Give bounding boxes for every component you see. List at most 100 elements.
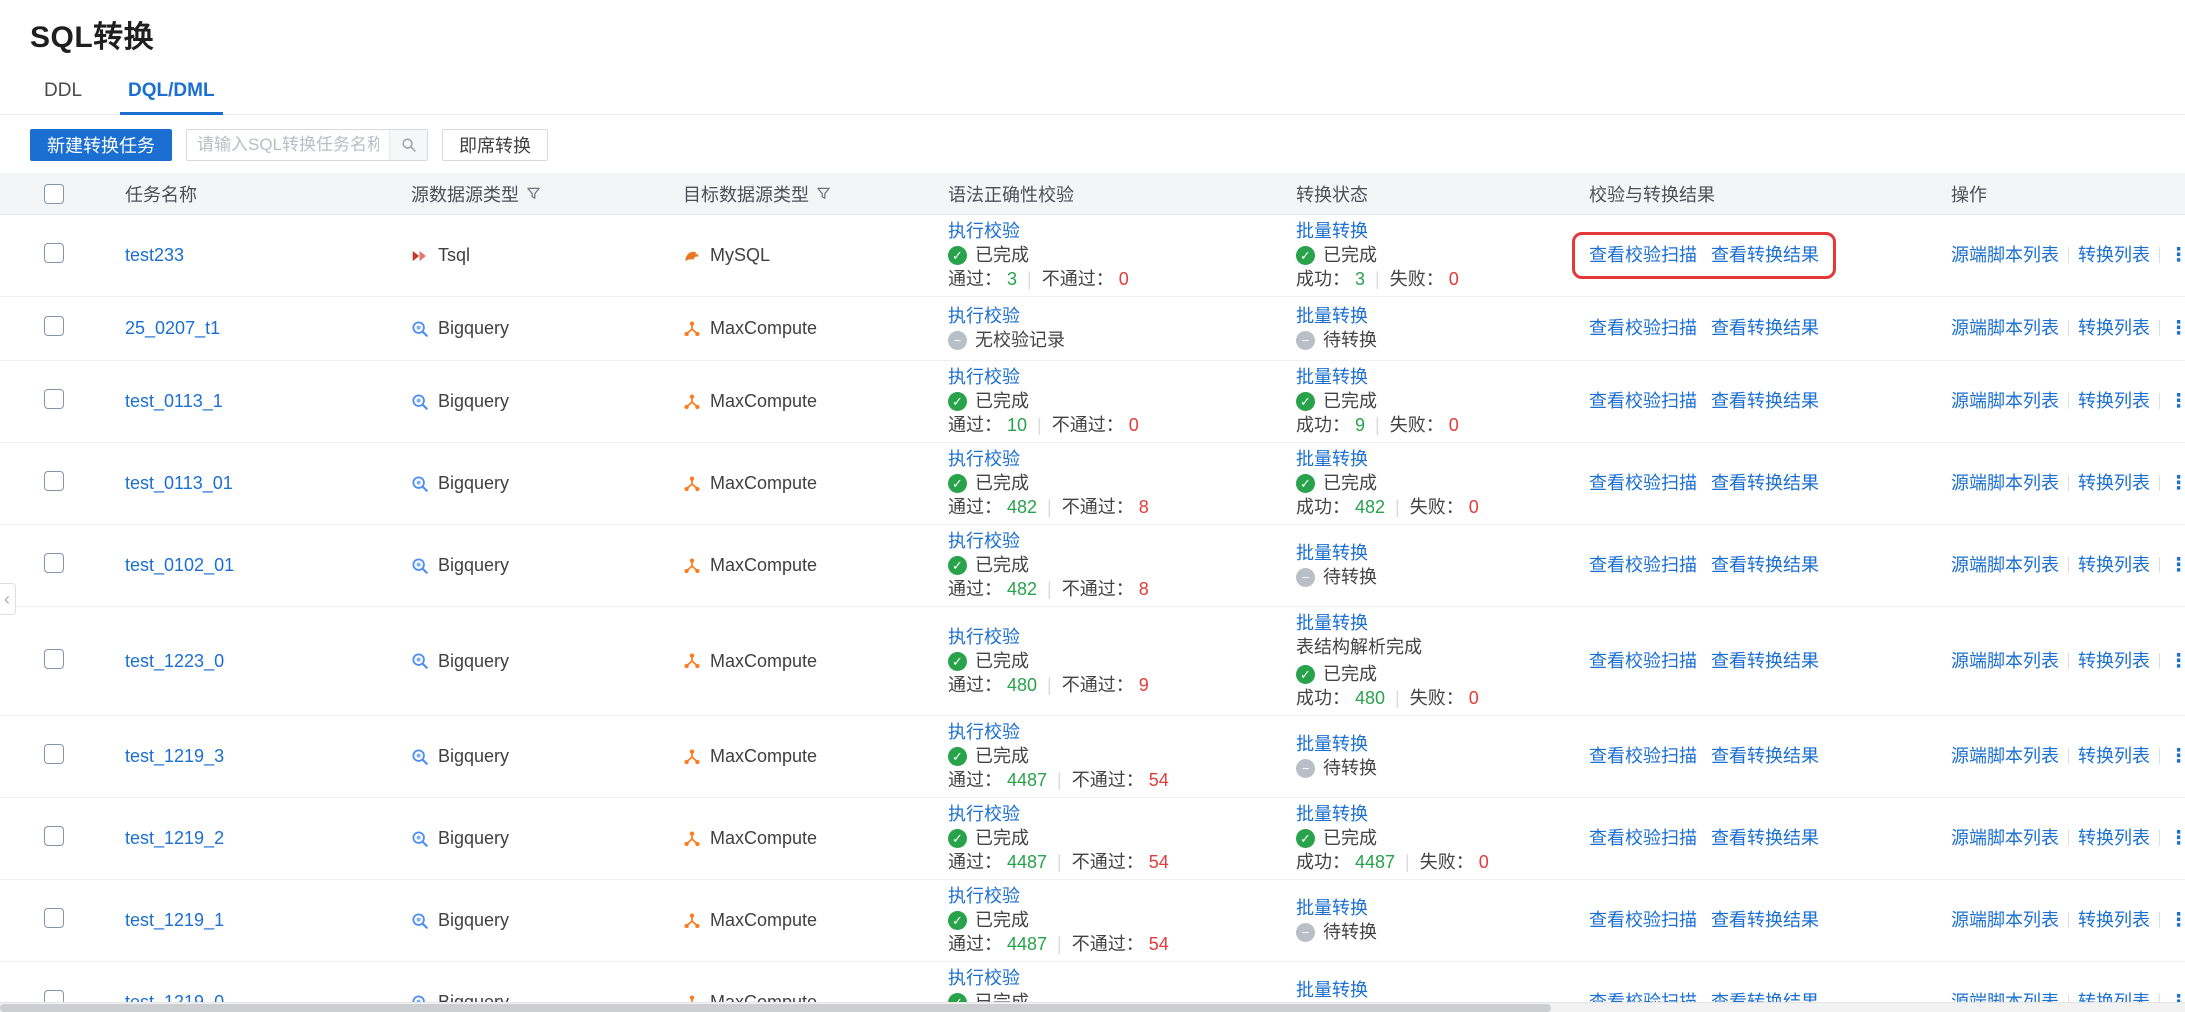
task-name-link[interactable]: test_1219_3: [125, 746, 224, 766]
view-result-link[interactable]: 查看转换结果: [1711, 828, 1819, 849]
bigquery-icon: [411, 393, 429, 411]
conversion-status-text: 待转换: [1323, 567, 1377, 587]
convert-list-link[interactable]: 转换列表: [2078, 245, 2150, 265]
run-validation-link[interactable]: 执行校验: [948, 968, 1020, 988]
view-scan-link[interactable]: 查看校验扫描: [1589, 910, 1697, 931]
convert-list-link[interactable]: 转换列表: [2078, 473, 2150, 493]
more-actions-icon[interactable]: ⋮: [2169, 828, 2185, 849]
source-scripts-link[interactable]: 源端脚本列表: [1951, 651, 2059, 671]
tab-ddl[interactable]: DDL: [40, 72, 86, 114]
view-result-link[interactable]: 查看转换结果: [1711, 651, 1819, 672]
more-actions-icon[interactable]: ⋮: [2169, 245, 2185, 266]
conversion-status-icon: ✓: [1296, 246, 1315, 265]
more-actions-icon[interactable]: ⋮: [2169, 746, 2185, 767]
select-all-checkbox[interactable]: [44, 183, 64, 204]
batch-convert-link[interactable]: 批量转换: [1296, 734, 1368, 754]
view-scan-link[interactable]: 查看校验扫描: [1589, 555, 1697, 576]
row-checkbox[interactable]: [44, 744, 64, 764]
source-scripts-link[interactable]: 源端脚本列表: [1951, 555, 2059, 575]
more-actions-icon[interactable]: ⋮: [2169, 910, 2185, 931]
row-checkbox[interactable]: [44, 826, 64, 846]
view-scan-link[interactable]: 查看校验扫描: [1589, 651, 1697, 672]
convert-list-link[interactable]: 转换列表: [2078, 391, 2150, 411]
convert-list-link[interactable]: 转换列表: [2078, 651, 2150, 671]
source-scripts-link[interactable]: 源端脚本列表: [1951, 245, 2059, 265]
source-scripts-link[interactable]: 源端脚本列表: [1951, 828, 2059, 848]
results-links: 查看校验扫描 查看转换结果: [1589, 473, 1819, 494]
more-actions-icon[interactable]: ⋮: [2169, 391, 2185, 412]
row-checkbox[interactable]: [44, 908, 64, 928]
sidebar-collapse-button[interactable]: ‹: [0, 583, 16, 615]
view-scan-link[interactable]: 查看校验扫描: [1589, 473, 1697, 494]
more-actions-icon[interactable]: ⋮: [2169, 318, 2185, 339]
filter-icon[interactable]: [816, 186, 831, 201]
horizontal-scrollbar[interactable]: [0, 1002, 2185, 1012]
view-result-link[interactable]: 查看转换结果: [1711, 910, 1819, 931]
convert-list-link[interactable]: 转换列表: [2078, 910, 2150, 930]
run-validation-link[interactable]: 执行校验: [948, 804, 1020, 824]
task-search-input[interactable]: [187, 130, 389, 160]
source-scripts-link[interactable]: 源端脚本列表: [1951, 473, 2059, 493]
batch-convert-link[interactable]: 批量转换: [1296, 543, 1368, 563]
more-actions-icon[interactable]: ⋮: [2169, 555, 2185, 576]
source-scripts-link[interactable]: 源端脚本列表: [1951, 910, 2059, 930]
task-name-link[interactable]: test_0113_1: [125, 391, 223, 411]
view-result-link[interactable]: 查看转换结果: [1711, 555, 1819, 576]
convert-list-link[interactable]: 转换列表: [2078, 746, 2150, 766]
scrollbar-thumb[interactable]: [0, 1004, 1552, 1012]
convert-list-link[interactable]: 转换列表: [2078, 318, 2150, 338]
more-actions-icon[interactable]: ⋮: [2169, 473, 2185, 494]
convert-list-link[interactable]: 转换列表: [2078, 555, 2150, 575]
tab-dql-dml[interactable]: DQL/DML: [120, 72, 223, 115]
convert-list-link[interactable]: 转换列表: [2078, 828, 2150, 848]
search-button[interactable]: [389, 130, 427, 160]
filter-icon[interactable]: [526, 186, 541, 201]
view-result-link[interactable]: 查看转换结果: [1711, 391, 1819, 412]
view-result-link[interactable]: 查看转换结果: [1711, 318, 1819, 339]
row-checkbox[interactable]: [44, 553, 64, 573]
task-name-link[interactable]: test233: [125, 245, 184, 265]
view-scan-link[interactable]: 查看校验扫描: [1589, 318, 1697, 339]
run-validation-link[interactable]: 执行校验: [948, 367, 1020, 387]
task-name-link[interactable]: test_0102_01: [125, 555, 234, 575]
view-scan-link[interactable]: 查看校验扫描: [1589, 828, 1697, 849]
task-name-link[interactable]: 25_0207_t1: [125, 318, 220, 338]
run-validation-link[interactable]: 执行校验: [948, 221, 1020, 241]
run-validation-link[interactable]: 执行校验: [948, 627, 1020, 647]
view-scan-link[interactable]: 查看校验扫描: [1589, 245, 1697, 266]
source-scripts-link[interactable]: 源端脚本列表: [1951, 391, 2059, 411]
more-actions-icon[interactable]: ⋮: [2169, 651, 2185, 672]
view-result-link[interactable]: 查看转换结果: [1711, 245, 1819, 266]
batch-convert-link[interactable]: 批量转换: [1296, 804, 1368, 824]
view-scan-link[interactable]: 查看校验扫描: [1589, 746, 1697, 767]
row-checkbox[interactable]: [44, 648, 64, 669]
source-scripts-link[interactable]: 源端脚本列表: [1951, 746, 2059, 766]
batch-convert-link[interactable]: 批量转换: [1296, 221, 1368, 241]
new-conversion-task-button[interactable]: 新建转换任务: [30, 129, 172, 161]
row-checkbox[interactable]: [44, 389, 64, 409]
task-name-link[interactable]: test_1219_2: [125, 828, 224, 848]
view-scan-link[interactable]: 查看校验扫描: [1589, 391, 1697, 412]
view-result-link[interactable]: 查看转换结果: [1711, 746, 1819, 767]
run-validation-link[interactable]: 执行校验: [948, 722, 1020, 742]
task-name-link[interactable]: test_1223_0: [125, 651, 224, 671]
view-result-link[interactable]: 查看转换结果: [1711, 473, 1819, 494]
task-name-link[interactable]: test_1219_1: [125, 910, 224, 930]
row-checkbox[interactable]: [44, 243, 64, 263]
adhoc-conversion-button[interactable]: 即席转换: [442, 129, 548, 161]
task-name-link[interactable]: test_0113_01: [125, 473, 233, 493]
run-validation-link[interactable]: 执行校验: [948, 886, 1020, 906]
batch-convert-link[interactable]: 批量转换: [1296, 980, 1368, 1000]
run-validation-link[interactable]: 执行校验: [948, 531, 1020, 551]
row-checkbox[interactable]: [44, 471, 64, 491]
validation-counts: 通过： 10 | 不通过： 0: [948, 415, 1139, 435]
source-scripts-link[interactable]: 源端脚本列表: [1951, 318, 2059, 338]
batch-convert-link[interactable]: 批量转换: [1296, 898, 1368, 918]
batch-convert-link[interactable]: 批量转换: [1296, 367, 1368, 387]
row-checkbox[interactable]: [44, 316, 64, 336]
run-validation-link[interactable]: 执行校验: [948, 306, 1020, 326]
run-validation-link[interactable]: 执行校验: [948, 449, 1020, 469]
batch-convert-link[interactable]: 批量转换: [1296, 449, 1368, 469]
batch-convert-link[interactable]: 批量转换: [1296, 306, 1368, 326]
batch-convert-link[interactable]: 批量转换: [1296, 613, 1368, 633]
